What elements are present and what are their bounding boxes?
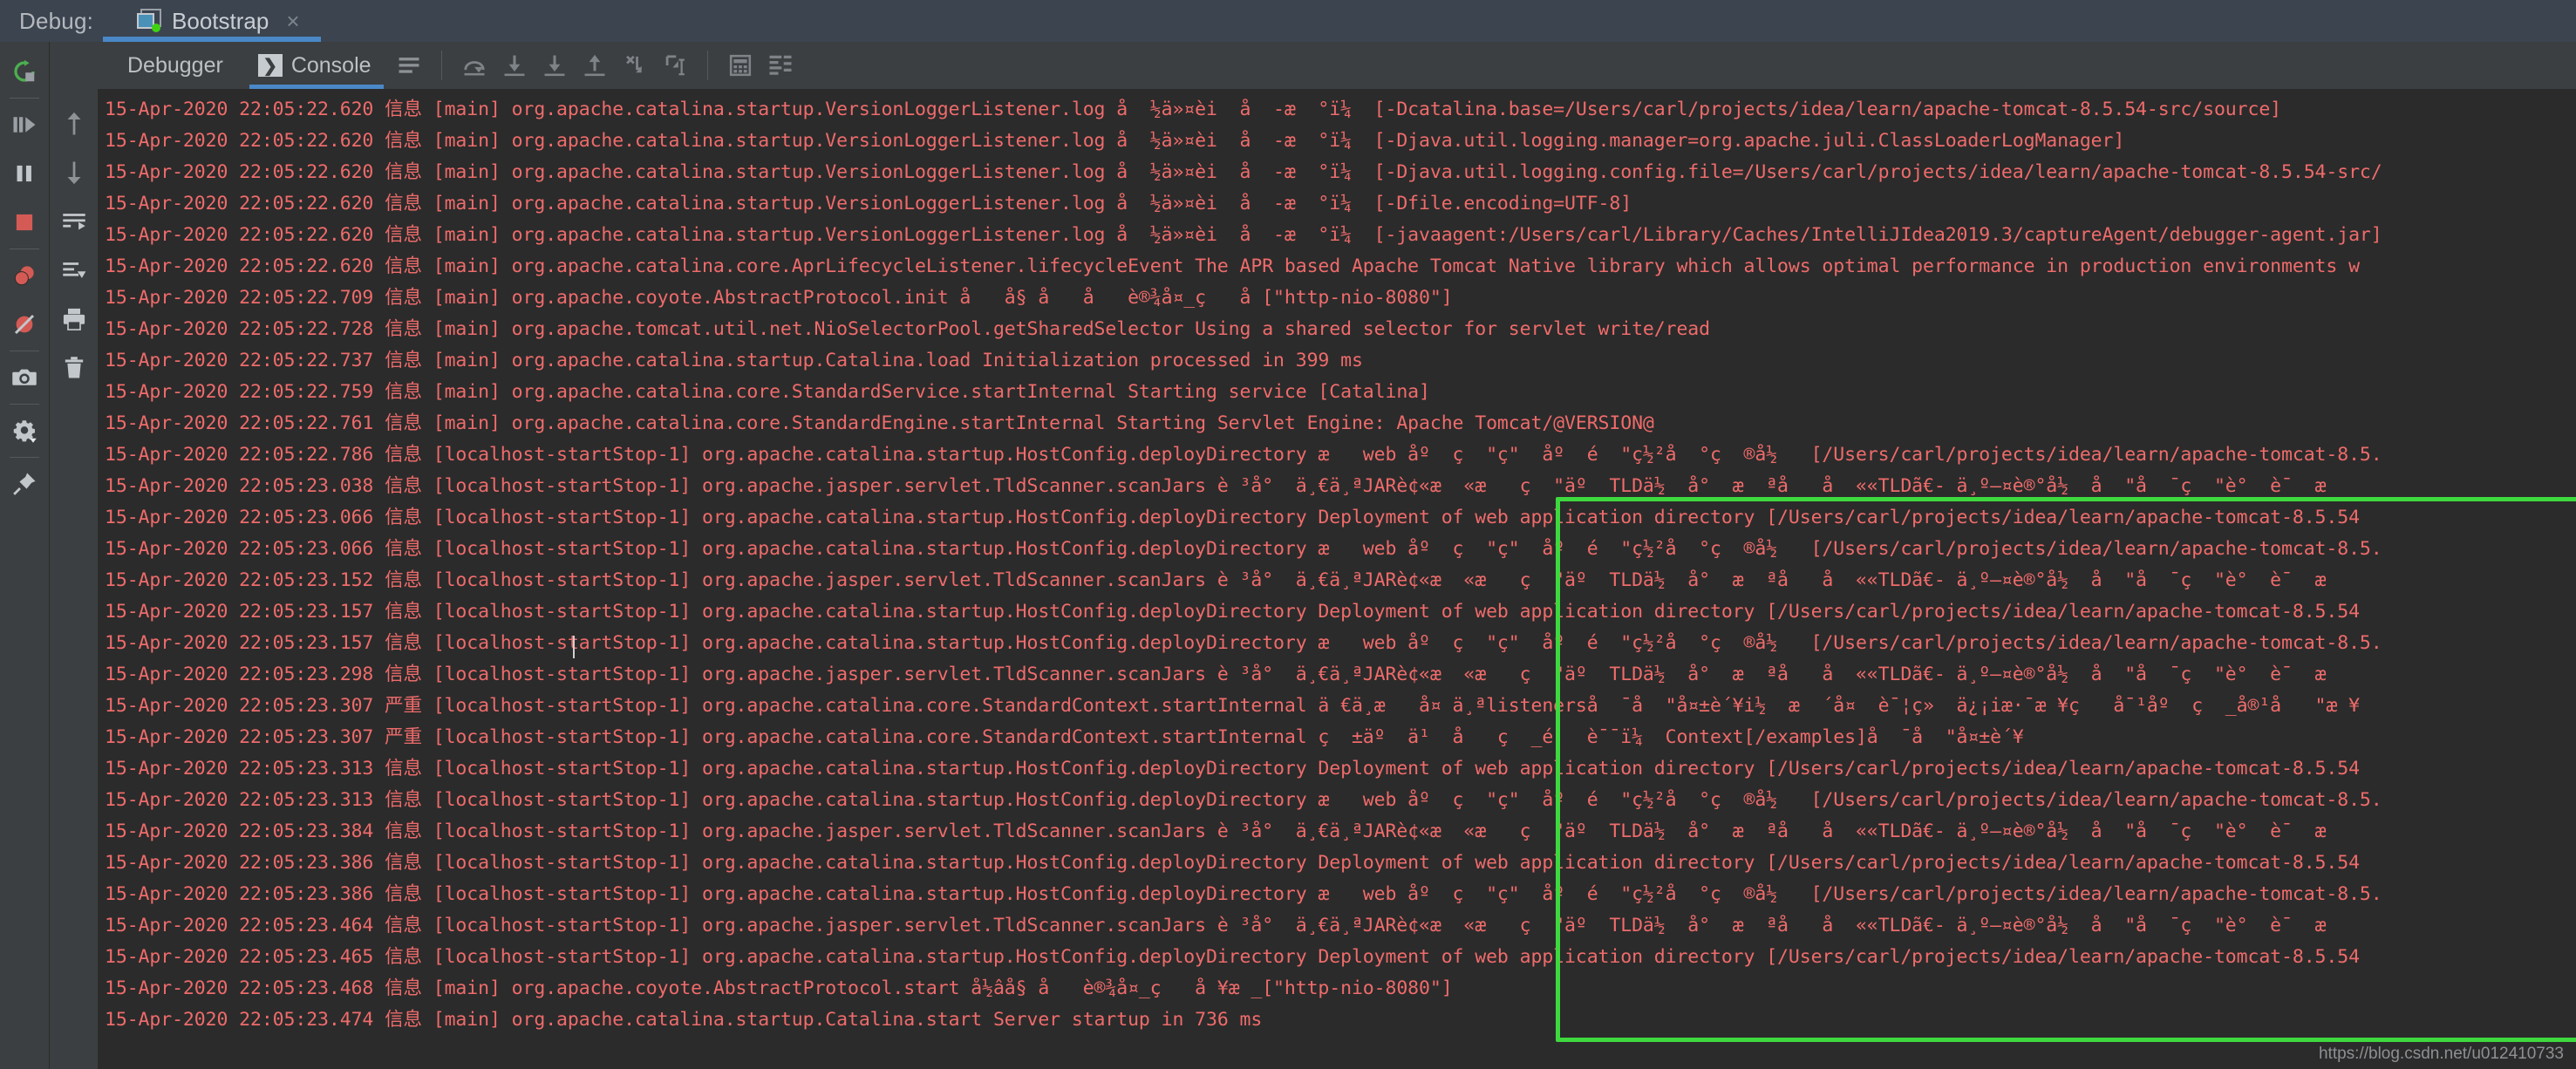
console-gutter [49,42,98,1069]
debug-main-area: Debugger ❯ Console 15-Apr-2020 22:05:22.… [0,42,2576,1069]
console-options-icon[interactable] [389,42,429,89]
console-log-line: 15-Apr-2020 22:05:22.620 信息 [main] org.a… [105,130,2125,152]
scroll-to-end-icon[interactable] [50,246,99,295]
toolbar-divider [706,51,708,80]
console-log-line: 15-Apr-2020 22:05:23.313 信息 [localhost-s… [105,789,2382,811]
text-caret [573,636,575,658]
tab-debugger[interactable]: Debugger [110,42,241,89]
rerun-icon[interactable] [0,47,49,96]
force-step-into-icon[interactable] [535,42,575,89]
drop-frame-icon[interactable] [615,42,655,89]
console-content-column: Debugger ❯ Console 15-Apr-2020 22:05:22.… [98,42,2576,1069]
console-log-line: 15-Apr-2020 22:05:22.728 信息 [main] org.a… [105,318,1710,340]
view-breakpoints-icon[interactable] [0,251,49,300]
console-log-line: 15-Apr-2020 22:05:23.474 信息 [main] org.a… [105,1009,1263,1031]
console-log-line: 15-Apr-2020 22:05:23.313 信息 [localhost-s… [105,758,2360,780]
console-log-line: 15-Apr-2020 22:05:23.386 信息 [localhost-s… [105,852,2360,874]
console-log-line: 15-Apr-2020 22:05:23.468 信息 [main] org.a… [105,977,1453,999]
console-log-line: 15-Apr-2020 22:05:23.152 信息 [localhost-s… [105,569,2327,591]
console-log-line: 15-Apr-2020 22:05:22.620 信息 [main] org.a… [105,224,2382,246]
camera-icon[interactable] [0,353,49,402]
console-output-panel[interactable]: 15-Apr-2020 22:05:22.620 信息 [main] org.a… [98,89,2576,1069]
rail-divider [10,404,39,405]
console-log-line: 15-Apr-2020 22:05:23.307 严重 [localhost-s… [105,695,2360,717]
close-icon[interactable]: × [286,10,299,32]
console-log-line: 15-Apr-2020 22:05:22.620 信息 [main] org.a… [105,161,2382,183]
debug-label: Debug: [19,7,94,34]
pin-icon[interactable] [0,460,49,508]
step-into-icon[interactable] [494,42,535,89]
session-tab-bootstrap[interactable]: Bootstrap × [137,0,300,42]
settings-gear-icon[interactable] [0,406,49,455]
console-log-line: 15-Apr-2020 22:05:23.157 信息 [localhost-s… [105,601,2360,623]
evaluate-expression-icon[interactable] [720,42,760,89]
console-log-line: 15-Apr-2020 22:05:23.066 信息 [localhost-s… [105,507,2360,528]
step-over-icon[interactable] [454,42,494,89]
console-log-line: 15-Apr-2020 22:05:23.307 严重 [localhost-s… [105,726,2024,748]
console-log-line: 15-Apr-2020 22:05:23.298 信息 [localhost-s… [105,664,2327,685]
console-log-line: 15-Apr-2020 22:05:22.761 信息 [main] org.a… [105,412,1654,434]
run-to-cursor-icon[interactable] [655,42,695,89]
gutter-spacer [50,51,99,99]
watermark: https://blog.csdn.net/u012410733 [2318,1045,2564,1063]
session-tab-label: Bootstrap [172,7,269,34]
console-log-line: 15-Apr-2020 22:05:22.786 信息 [localhost-s… [105,444,2382,466]
debug-header-bar: Debug: Bootstrap × [0,0,2576,42]
trash-icon[interactable] [50,344,99,392]
debug-tool-window: Debug: Bootstrap × Debugger ❯ Console 15… [0,0,2576,1069]
resume-program-icon[interactable] [0,100,49,149]
console-log-line: 15-Apr-2020 22:05:23.038 信息 [localhost-s… [105,475,2327,497]
mute-breakpoints-icon[interactable] [0,300,49,349]
console-log-line: 15-Apr-2020 22:05:22.737 信息 [main] org.a… [105,350,1363,371]
tab-console[interactable]: ❯ Console [241,42,389,89]
rail-divider [10,457,39,458]
soft-wrap-icon[interactable] [50,197,99,246]
console-log-line: 15-Apr-2020 22:05:22.759 信息 [main] org.a… [105,381,1430,403]
debug-toolbar: Debugger ❯ Console [98,42,2576,89]
scroll-down-icon[interactable] [50,148,99,197]
trace-current-stream-icon[interactable] [760,42,801,89]
console-log-line: 15-Apr-2020 22:05:23.465 信息 [localhost-s… [105,946,2360,968]
tab-debugger-label: Debugger [127,52,223,78]
print-icon[interactable] [50,295,99,344]
toolbar-divider [440,51,442,80]
session-running-dot [152,24,161,32]
debug-session-icon [137,9,163,33]
console-log-line: 15-Apr-2020 22:05:22.709 信息 [main] org.a… [105,287,1453,309]
console-log-lines: 15-Apr-2020 22:05:22.620 信息 [main] org.a… [98,89,2576,1036]
console-log-line: 15-Apr-2020 22:05:23.384 信息 [localhost-s… [105,820,2327,842]
pause-program-icon[interactable] [0,149,49,198]
console-log-line: 15-Apr-2020 22:05:23.066 信息 [localhost-s… [105,538,2382,560]
stop-icon[interactable] [0,198,49,247]
console-log-line: 15-Apr-2020 22:05:23.464 信息 [localhost-s… [105,915,2327,936]
console-log-line: 15-Apr-2020 22:05:23.157 信息 [localhost-s… [105,632,2382,654]
tab-console-label: Console [290,52,371,78]
scroll-up-icon[interactable] [50,99,99,148]
debug-control-rail [0,42,49,1069]
console-log-line: 15-Apr-2020 22:05:22.620 信息 [main] org.a… [105,255,2360,277]
rail-divider [10,98,39,99]
console-log-line: 15-Apr-2020 22:05:22.620 信息 [main] org.a… [105,193,1632,214]
console-tab-icon: ❯ [257,54,283,77]
console-log-line: 15-Apr-2020 22:05:23.386 信息 [localhost-s… [105,883,2382,905]
step-out-icon[interactable] [575,42,615,89]
console-log-line: 15-Apr-2020 22:05:22.620 信息 [main] org.a… [105,99,2282,120]
